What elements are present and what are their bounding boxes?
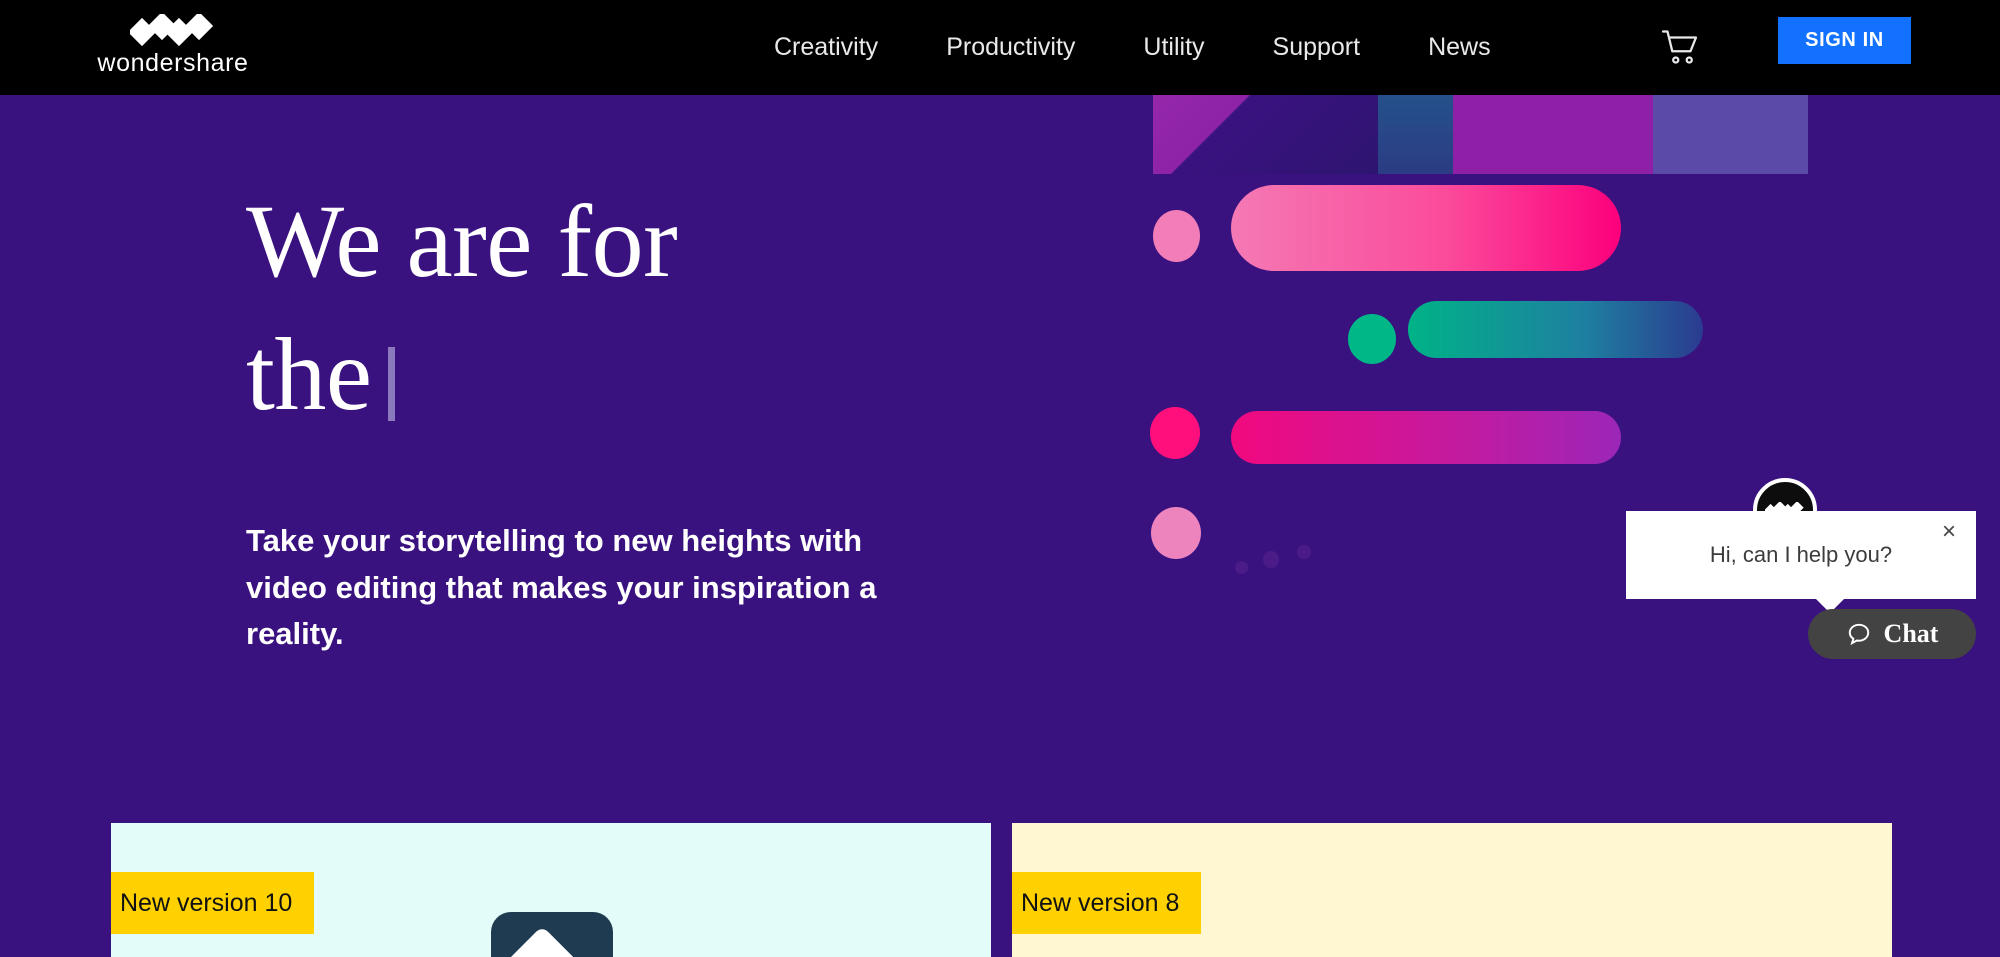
decorative-dot-3 xyxy=(1150,407,1200,459)
hero-headline-line2: the xyxy=(246,317,372,433)
decorative-bar-dot-1 xyxy=(1235,561,1248,574)
timeline-clip-c xyxy=(1453,95,1653,174)
timeline-clip-d xyxy=(1653,95,1808,174)
speech-bubble-icon xyxy=(1848,623,1869,646)
chat-button-label: Chat xyxy=(1883,619,1939,648)
hero-headline-line1: We are for xyxy=(246,184,678,299)
decorative-bar-2 xyxy=(1408,301,1703,358)
hero-headline: We are for the xyxy=(246,175,1006,441)
decorative-dot-4 xyxy=(1151,507,1201,559)
product-cards: New version 10 New version 8 xyxy=(0,823,2000,957)
nav-item-productivity[interactable]: Productivity xyxy=(912,0,1109,95)
hero-section: We are for the Take your storytelling to… xyxy=(0,95,2000,823)
product-card-pdfelement[interactable]: New version 8 xyxy=(1012,823,1892,957)
shopping-cart-icon[interactable] xyxy=(1660,27,1702,69)
nav-item-support[interactable]: Support xyxy=(1239,0,1395,95)
wondershare-mark-icon xyxy=(130,14,214,47)
main-navigation: Creativity Productivity Utility Support … xyxy=(740,0,1525,95)
filmora-app-icon xyxy=(491,912,613,957)
site-header: wondershare Creativity Productivity Util… xyxy=(0,0,2000,95)
chat-widget: Hi, can I help you? × Chat xyxy=(1626,478,2000,693)
product-card-filmora[interactable]: New version 10 xyxy=(111,823,991,957)
decorative-bar-1 xyxy=(1231,185,1621,271)
nav-item-creativity[interactable]: Creativity xyxy=(740,0,912,95)
version-badge: New version 10 xyxy=(111,872,315,934)
decorative-dot-1 xyxy=(1153,210,1200,262)
decorative-bar-3 xyxy=(1231,411,1621,464)
wondershare-logo-text: wondershare xyxy=(97,49,249,77)
chat-message-text: Hi, can I help you? xyxy=(1709,542,1893,567)
version-badge: New version 8 xyxy=(1012,872,1202,934)
nav-item-utility[interactable]: Utility xyxy=(1109,0,1238,95)
diamond-icon xyxy=(501,925,584,957)
hero-subtext: Take your storytelling to new heights wi… xyxy=(246,523,877,651)
timeline-clip-b xyxy=(1378,95,1453,174)
typing-caret xyxy=(387,347,395,422)
chat-message-bubble: Hi, can I help you? × xyxy=(1626,511,1976,613)
decorative-bar-dot-3 xyxy=(1297,545,1311,559)
timeline-clip-a xyxy=(1153,95,1378,174)
timeline-graphic xyxy=(1153,95,1808,174)
nav-item-news[interactable]: News xyxy=(1394,0,1525,95)
decorative-dot-2 xyxy=(1348,314,1396,364)
sign-in-button[interactable]: SIGN IN xyxy=(1778,17,1911,64)
wondershare-logo[interactable]: wondershare xyxy=(88,14,258,82)
close-icon[interactable]: × xyxy=(1936,519,1962,545)
decorative-bar-dot-2 xyxy=(1263,551,1279,568)
chat-button[interactable]: Chat xyxy=(1808,609,1976,659)
